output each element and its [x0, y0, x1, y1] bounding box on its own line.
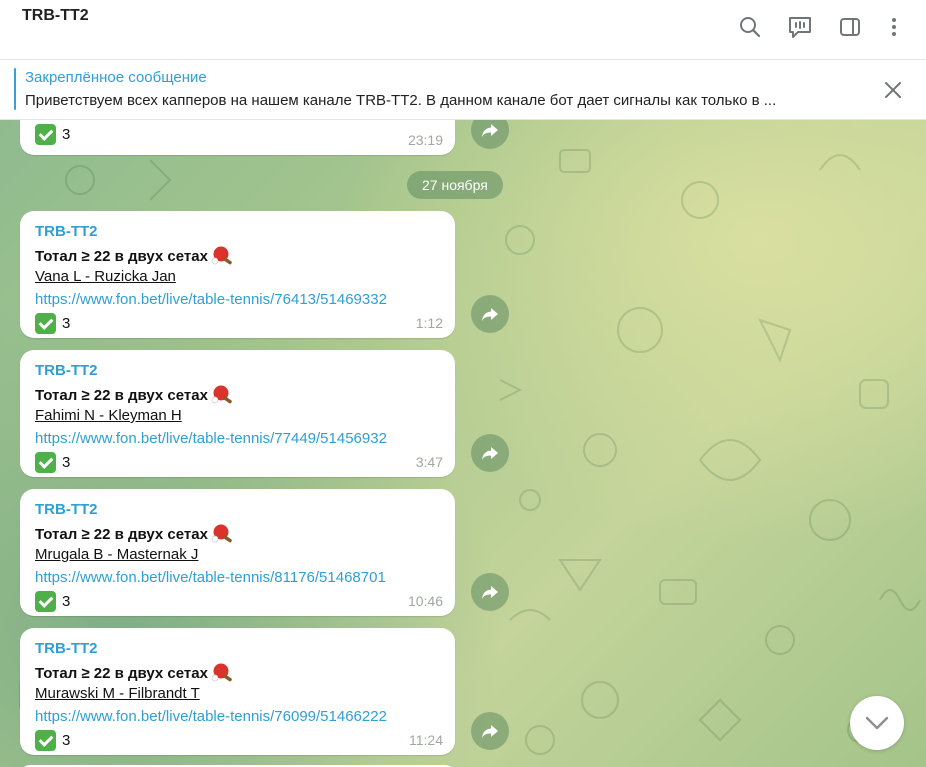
check-mark-icon: [35, 590, 56, 612]
message-time: 3:47: [415, 454, 443, 470]
chat-header: TRB-TT2: [0, 0, 926, 60]
forward-icon: [482, 586, 498, 599]
message-time: 1:12: [415, 315, 443, 331]
result-value: 3: [62, 731, 71, 749]
check-mark-icon: [35, 312, 56, 334]
message-sender[interactable]: TRB-TT2: [35, 223, 98, 240]
message-match: Mrugala B - Masternak J: [35, 546, 199, 563]
message-result: 3: [35, 729, 70, 751]
message-bubble[interactable]: TRB-TT2 Тотал ≥ 22 в двух сетах Murawski…: [20, 628, 455, 755]
message-bet: Тотал ≥ 22 в двух сетах: [35, 523, 235, 547]
message-bubble[interactable]: TRB-TT2 Тотал ≥ 22 в двух сетах Mrugala …: [20, 489, 455, 616]
date-separator: 27 ноября: [407, 171, 503, 199]
forward-button[interactable]: [471, 712, 509, 750]
pinned-message-bar[interactable]: Закреплённое сообщение Приветствуем всех…: [0, 60, 926, 120]
pinned-title: Закреплённое сообщение: [25, 69, 207, 86]
pinned-indicator: [14, 68, 16, 110]
message-sender[interactable]: TRB-TT2: [35, 640, 98, 657]
message-bubble[interactable]: TRB-TT2 Тотал ≥ 22 в двух сетах Vana L -…: [20, 211, 455, 338]
live-stream-button[interactable]: [785, 12, 815, 42]
result-value: 3: [62, 453, 71, 471]
message-bubble[interactable]: TRB-TT2 Тотал ≥ 22 в двух сетах Fahimi N…: [20, 350, 455, 477]
sidebar-toggle-icon: [840, 18, 860, 36]
message-bet: Тотал ≥ 22 в двух сетах: [35, 384, 235, 408]
ping-pong-icon: [211, 384, 235, 408]
chat-area[interactable]: 3 23:19 27 ноября TRB-TT2 Тотал ≥ 22 в д…: [0, 120, 926, 767]
close-icon: [885, 82, 901, 98]
chat-title[interactable]: TRB-TT2: [22, 7, 89, 25]
forward-icon: [482, 725, 498, 738]
message-link[interactable]: https://www.fon.bet/live/table-tennis/76…: [35, 291, 387, 308]
forward-icon: [482, 308, 498, 321]
search-icon: [740, 17, 761, 38]
check-mark-icon: [35, 729, 56, 751]
message-time: 11:24: [409, 732, 443, 748]
message-link[interactable]: https://www.fon.bet/live/table-tennis/81…: [35, 569, 386, 586]
message-time: 10:46: [407, 593, 443, 609]
forward-icon: [482, 124, 498, 137]
forward-icon: [482, 447, 498, 460]
forward-button[interactable]: [471, 434, 509, 472]
pinned-text: Приветствуем всех капперов на нашем кана…: [25, 92, 777, 109]
chevron-down-icon: [865, 716, 889, 730]
sidebar-toggle-button[interactable]: [835, 12, 865, 42]
ping-pong-icon: [211, 662, 235, 686]
search-button[interactable]: [735, 12, 765, 42]
result-value: 3: [62, 314, 71, 332]
message-result: 3: [35, 451, 70, 473]
message-link[interactable]: https://www.fon.bet/live/table-tennis/76…: [35, 708, 387, 725]
pinned-close-button[interactable]: [878, 75, 908, 105]
more-icon: [892, 18, 896, 36]
message-match: Murawski M - Filbrandt T: [35, 685, 200, 702]
result-value: 3: [62, 592, 71, 610]
message-result: 3: [35, 590, 70, 612]
live-stream-icon: [789, 17, 811, 38]
check-mark-icon: [35, 123, 56, 145]
message-bet: Тотал ≥ 22 в двух сетах: [35, 662, 235, 686]
message-time: 23:19: [407, 132, 443, 148]
message-result: 3: [35, 123, 70, 145]
message-bubble-partial[interactable]: 3 23:19: [20, 120, 455, 155]
message-match: Vana L - Ruzicka Jan: [35, 268, 176, 285]
more-button[interactable]: [879, 12, 909, 42]
result-value: 3: [62, 125, 71, 143]
ping-pong-icon: [211, 245, 235, 269]
check-mark-icon: [35, 451, 56, 473]
forward-button[interactable]: [471, 295, 509, 333]
message-sender[interactable]: TRB-TT2: [35, 501, 98, 518]
forward-button[interactable]: [471, 573, 509, 611]
message-sender[interactable]: TRB-TT2: [35, 362, 98, 379]
message-match: Fahimi N - Kleyman H: [35, 407, 182, 424]
ping-pong-icon: [211, 523, 235, 547]
message-bet: Тотал ≥ 22 в двух сетах: [35, 245, 235, 269]
message-result: 3: [35, 312, 70, 334]
message-link[interactable]: https://www.fon.bet/live/table-tennis/77…: [35, 430, 387, 447]
scroll-to-bottom-button[interactable]: [850, 696, 904, 750]
